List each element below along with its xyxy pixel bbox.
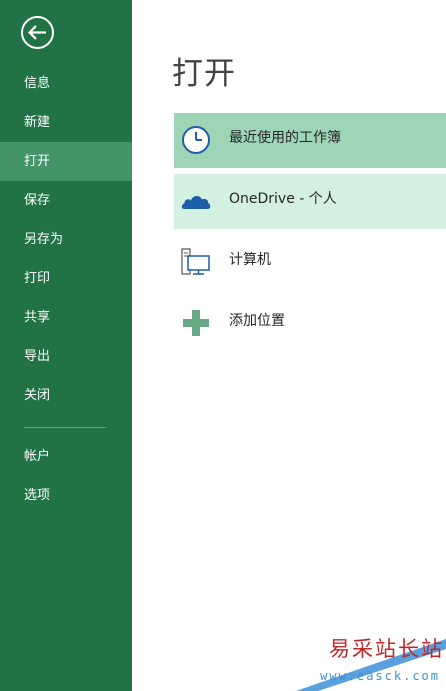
- backstage-sidebar: 信息 新建 打开 保存 另存为 打印 共享 导出 关闭 帐户 选项: [0, 0, 132, 691]
- nav-item-print[interactable]: 打印: [0, 259, 132, 298]
- cloud-icon: [181, 196, 211, 209]
- place-label: 计算机: [229, 252, 271, 268]
- nav-item-open[interactable]: 打开: [0, 142, 132, 181]
- plus-icon: [183, 310, 209, 336]
- sidebar-divider: [24, 427, 106, 428]
- nav-item-save[interactable]: 保存: [0, 181, 132, 220]
- place-label: 最近使用的工作簿: [229, 130, 341, 146]
- nav-item-export[interactable]: 导出: [0, 337, 132, 376]
- place-label: OneDrive - 个人: [229, 191, 337, 207]
- nav-item-new[interactable]: 新建: [0, 103, 132, 142]
- watermark: 易采站长站 www.easck.com: [296, 631, 446, 691]
- nav-item-share[interactable]: 共享: [0, 298, 132, 337]
- place-add-place[interactable]: 添加位置: [174, 296, 446, 351]
- computer-icon: [181, 248, 210, 275]
- page-title: 打开: [172, 56, 236, 92]
- clock-icon: [182, 126, 210, 154]
- place-recent-workbooks[interactable]: 最近使用的工作簿: [174, 113, 446, 168]
- nav-item-save-as[interactable]: 另存为: [0, 220, 132, 259]
- back-button[interactable]: [20, 15, 55, 50]
- place-onedrive[interactable]: OneDrive - 个人: [174, 174, 446, 229]
- nav-item-close[interactable]: 关闭: [0, 376, 132, 415]
- nav-item-info[interactable]: 信息: [0, 64, 132, 103]
- place-computer[interactable]: 计算机: [174, 235, 446, 290]
- watermark-title: 易采站长站: [329, 637, 444, 661]
- nav-item-options[interactable]: 选项: [0, 476, 132, 515]
- excel-backstage: 信息 新建 打开 保存 另存为 打印 共享 导出 关闭 帐户 选项 打开 最近使…: [0, 0, 446, 691]
- nav-item-account[interactable]: 帐户: [0, 437, 132, 476]
- back-arrow-icon: [21, 16, 54, 49]
- place-label: 添加位置: [229, 313, 285, 329]
- watermark-url: www.easck.com: [320, 669, 440, 683]
